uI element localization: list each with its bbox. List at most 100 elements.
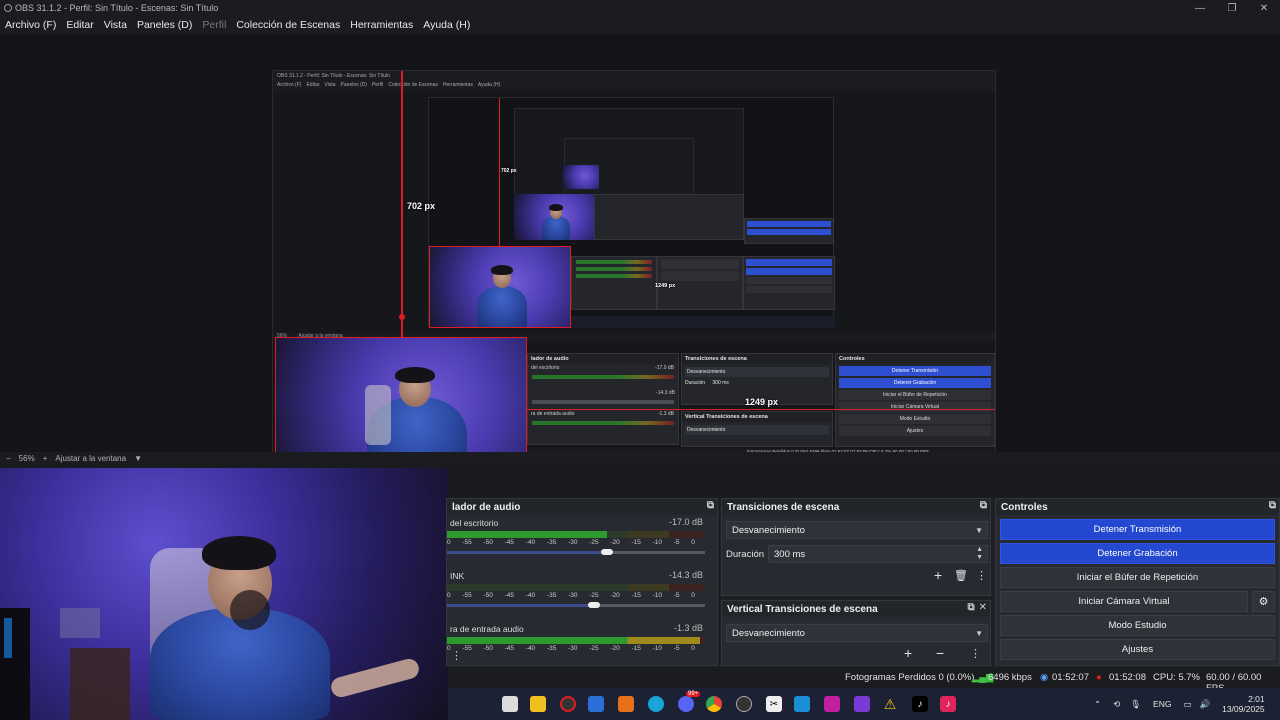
obs-icon[interactable] xyxy=(560,696,576,712)
add-vertical-transition-button[interactable]: + xyxy=(904,645,912,661)
editor-icon[interactable] xyxy=(824,696,840,712)
windows-taskbar: 99+ ✂ ⚠ ♪ ♪ ⌃ ⟲ 🎙 ENG ▭ 🔊 2:01 13/09/202… xyxy=(448,688,1280,720)
menu-paneles[interactable]: Paneles (D) xyxy=(132,19,197,31)
transition-menu-icon[interactable]: ⋮ xyxy=(976,569,987,582)
virtual-camera-settings-icon[interactable]: ⚙ xyxy=(1252,591,1275,612)
close-icon[interactable]: ✕ xyxy=(979,602,987,613)
duration-spinbox[interactable]: 300 ms ▲ ▼ xyxy=(768,545,988,563)
dropped-frames: Fotogramas Perdidos 0 (0.0%) xyxy=(845,672,975,683)
vertical-transition-menu-icon[interactable]: ⋮ xyxy=(970,647,981,660)
discord-icon[interactable] xyxy=(678,696,694,712)
zoom-out-button[interactable]: − xyxy=(6,454,11,463)
meter-tick: -30 xyxy=(568,539,578,546)
transition-select[interactable]: Desvanecimiento ▼ xyxy=(726,521,988,539)
meter-tick: -5 xyxy=(673,645,680,652)
resize-handle[interactable] xyxy=(399,314,405,320)
volume-slider-rest[interactable] xyxy=(606,551,705,554)
vertical-transition-select[interactable]: Desvanecimiento ▼ xyxy=(726,624,988,642)
delete-transition-icon[interactable]: 🗑 xyxy=(954,569,968,582)
menu-vista[interactable]: Vista xyxy=(99,19,132,31)
menu-coleccion-escenas[interactable]: Colección de Escenas xyxy=(231,19,345,31)
zoom-in-button[interactable]: + xyxy=(43,454,48,463)
remove-vertical-transition-button[interactable]: − xyxy=(936,645,944,661)
close-icon[interactable]: ✕ xyxy=(1248,0,1280,16)
volume-slider-track[interactable] xyxy=(447,551,607,554)
window-titlebar: OBS 31.1.2 - Perfil: Sin Título - Escena… xyxy=(0,0,1280,16)
volume-icon[interactable]: 🔊 xyxy=(1200,699,1211,710)
vertical-transition-value: Desvanecimiento xyxy=(732,627,805,639)
clock-date[interactable]: 13/09/2025 xyxy=(1222,704,1265,714)
task-view-icon[interactable] xyxy=(502,696,518,712)
menu-bar: Archivo (F) Editar Vista Paneles (D) Per… xyxy=(0,16,1280,34)
fit-window-button[interactable]: Ajustar a la ventana xyxy=(55,454,126,463)
meter-tick: -55 xyxy=(462,592,472,599)
meter-tick: 0 xyxy=(691,539,695,546)
app-icon[interactable] xyxy=(618,696,634,712)
store-icon[interactable] xyxy=(588,696,604,712)
volume-slider-knob[interactable] xyxy=(588,602,601,608)
warning-icon[interactable]: ⚠ xyxy=(882,696,898,712)
chrome-icon[interactable] xyxy=(706,696,722,712)
microphone-icon[interactable]: 🎙 xyxy=(1130,699,1141,710)
tiktok-live-icon[interactable]: ♪ xyxy=(940,696,956,712)
meter-tick: -40 xyxy=(525,592,536,599)
minimize-icon[interactable]: — xyxy=(1184,0,1216,16)
add-transition-button[interactable]: + xyxy=(934,567,942,583)
tiktok-icon[interactable]: ♪ xyxy=(912,696,928,712)
meter-tick: -25 xyxy=(589,539,599,546)
replay-buffer-button[interactable]: Iniciar el Búfer de Repetición xyxy=(1000,567,1275,588)
audio-mixer-dock: lador de audio ⧉ del escritorio -17.0 dB 0… xyxy=(446,498,718,666)
meter-tick: -10 xyxy=(652,645,663,652)
settings-button[interactable]: Ajustes xyxy=(1000,639,1275,660)
mixer-channel-name: INK xyxy=(450,571,465,581)
tray-expand-icon[interactable]: ⌃ xyxy=(1094,699,1101,710)
edge-icon[interactable] xyxy=(648,696,664,712)
nested-mixer: lador de audio del escritorio -17.0 dB -… xyxy=(527,353,679,445)
menu-archivo[interactable]: Archivo (F) xyxy=(0,19,61,31)
meter-tick: 0 xyxy=(691,645,695,652)
nested-transitions-title: Transiciones de escena xyxy=(682,354,832,364)
volume-slider-rest[interactable] xyxy=(594,604,705,607)
mixer-menu-icon[interactable]: ⋮ xyxy=(451,649,462,662)
volume-slider-knob[interactable] xyxy=(600,549,613,555)
capcut-icon[interactable]: ✂ xyxy=(766,696,782,712)
zoom-dropdown-icon[interactable]: ▼ xyxy=(134,454,142,463)
input-language[interactable]: ENG xyxy=(1153,699,1171,709)
nested-duration-label: Duración xyxy=(685,380,706,386)
meter-tick: -30 xyxy=(568,592,578,599)
network-icon[interactable]: ▭ xyxy=(1183,699,1191,710)
clock-time[interactable]: 2:01 xyxy=(1248,694,1265,704)
nested-db3: -1.3 dB xyxy=(657,411,674,417)
menu-ayuda[interactable]: Ayuda (H) xyxy=(418,19,475,31)
undock-icon[interactable]: ⧉ xyxy=(1269,500,1276,511)
undock-icon[interactable]: ⧉ xyxy=(967,602,974,613)
meter-tick: -15 xyxy=(631,592,641,599)
sync-icon[interactable]: ⟲ xyxy=(1113,699,1120,710)
app2-icon[interactable] xyxy=(736,696,752,712)
virtual-camera-button[interactable]: Iniciar Cámara Virtual xyxy=(1000,591,1248,612)
nested-vertical-transitions: Vertical Transiciones de escena Desvanec… xyxy=(681,411,833,447)
meter-tick: -45 xyxy=(504,539,515,546)
nested-menu-item: Paneles (D) xyxy=(340,82,367,88)
stop-recording-button[interactable]: Detener Grabación xyxy=(1000,543,1275,564)
preview-area[interactable]: OBS 31.1.2 - Perfil: Sin Título - Escena… xyxy=(0,34,1280,482)
measure-horizontal: 1249 px xyxy=(745,397,779,407)
meter-tick: -45 xyxy=(504,592,515,599)
file-explorer-icon[interactable] xyxy=(530,696,546,712)
stream-time: 01:52:07 xyxy=(1052,672,1089,683)
undock-icon[interactable]: ⧉ xyxy=(707,500,714,511)
program-canvas[interactable]: OBS 31.1.2 - Perfil: Sin Título - Escena… xyxy=(272,70,996,482)
spin-arrows-icon[interactable]: ▲ ▼ xyxy=(976,546,983,562)
restore-icon[interactable]: ❐ xyxy=(1216,0,1248,16)
nested-virtual-cam: Iniciar Cámara Virtual xyxy=(839,402,991,412)
obs-logo-icon xyxy=(4,4,12,12)
stop-stream-button[interactable]: Detener Transmisión xyxy=(1000,519,1275,540)
editor2-icon[interactable] xyxy=(854,696,870,712)
volume-slider-track[interactable] xyxy=(447,604,595,607)
studio-mode-button[interactable]: Modo Estudio xyxy=(1000,615,1275,636)
notes-icon[interactable] xyxy=(794,696,810,712)
menu-herramientas[interactable]: Herramientas xyxy=(345,19,418,31)
menu-editar[interactable]: Editar xyxy=(61,19,98,31)
undock-icon[interactable]: ⧉ xyxy=(980,500,987,511)
record-time: 01:52:08 xyxy=(1109,672,1146,683)
